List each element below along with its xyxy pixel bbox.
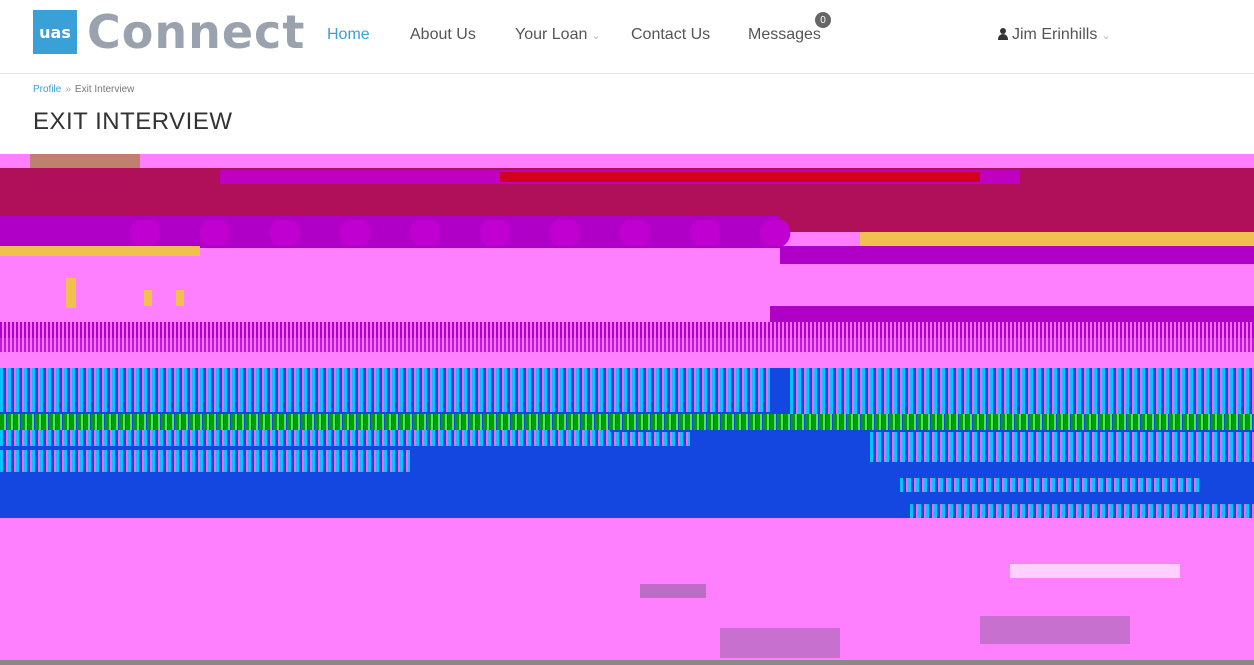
corrupted-block (0, 338, 1254, 352)
corrupted-block (0, 322, 1254, 338)
user-name: Jim Erinhills (1012, 26, 1098, 43)
corrupted-block (640, 584, 706, 598)
nav-messages[interactable]: Messages (748, 26, 821, 44)
breadcrumb: Profile » Exit Interview (33, 84, 134, 95)
breadcrumb-profile[interactable]: Profile (33, 84, 61, 95)
user-icon (998, 28, 1008, 40)
corrupted-block (0, 432, 690, 446)
corrupted-block (0, 660, 1254, 665)
corrupted-block (1010, 564, 1180, 578)
corrupted-block (0, 368, 770, 412)
corrupted-content-area (0, 154, 1254, 665)
corrupted-block (720, 628, 840, 658)
messages-count-badge: 0 (815, 12, 831, 28)
top-navbar: uas Connect Home About Us Your Loan ⌄ Con… (0, 0, 1254, 74)
corrupted-block (860, 232, 1254, 246)
corrupted-block (144, 290, 152, 306)
breadcrumb-current: Exit Interview (74, 84, 135, 95)
corrupted-block (0, 414, 1254, 430)
corrupted-block (66, 278, 76, 308)
user-menu[interactable]: Jim Erinhills ⌄ (998, 26, 1111, 44)
brand-logo[interactable]: uas Connect (33, 5, 306, 59)
nav-your-loan-label: Your Loan (515, 26, 588, 43)
corrupted-block (176, 290, 184, 306)
corrupted-block (900, 478, 1200, 492)
nav-home[interactable]: Home (327, 26, 370, 44)
nav-contact-us[interactable]: Contact Us (631, 26, 710, 44)
brand-badge: uas (33, 10, 77, 54)
corrupted-block (500, 172, 980, 182)
corrupted-block (980, 616, 1130, 644)
chevron-down-icon: ⌄ (591, 30, 601, 42)
corrupted-block (0, 246, 200, 256)
brand-wordmark: Connect (87, 5, 306, 59)
breadcrumb-separator: » (65, 84, 71, 95)
nav-your-loan[interactable]: Your Loan ⌄ (515, 26, 601, 44)
corrupted-block (780, 246, 1254, 264)
nav-about-us[interactable]: About Us (410, 26, 476, 44)
page-title: EXIT INTERVIEW (33, 108, 233, 135)
corrupted-block (0, 450, 410, 472)
corrupted-block (790, 368, 1254, 414)
chevron-down-icon: ⌄ (1101, 30, 1111, 42)
corrupted-block (870, 432, 1254, 462)
corrupted-block (110, 220, 810, 246)
corrupted-block (910, 504, 1254, 518)
